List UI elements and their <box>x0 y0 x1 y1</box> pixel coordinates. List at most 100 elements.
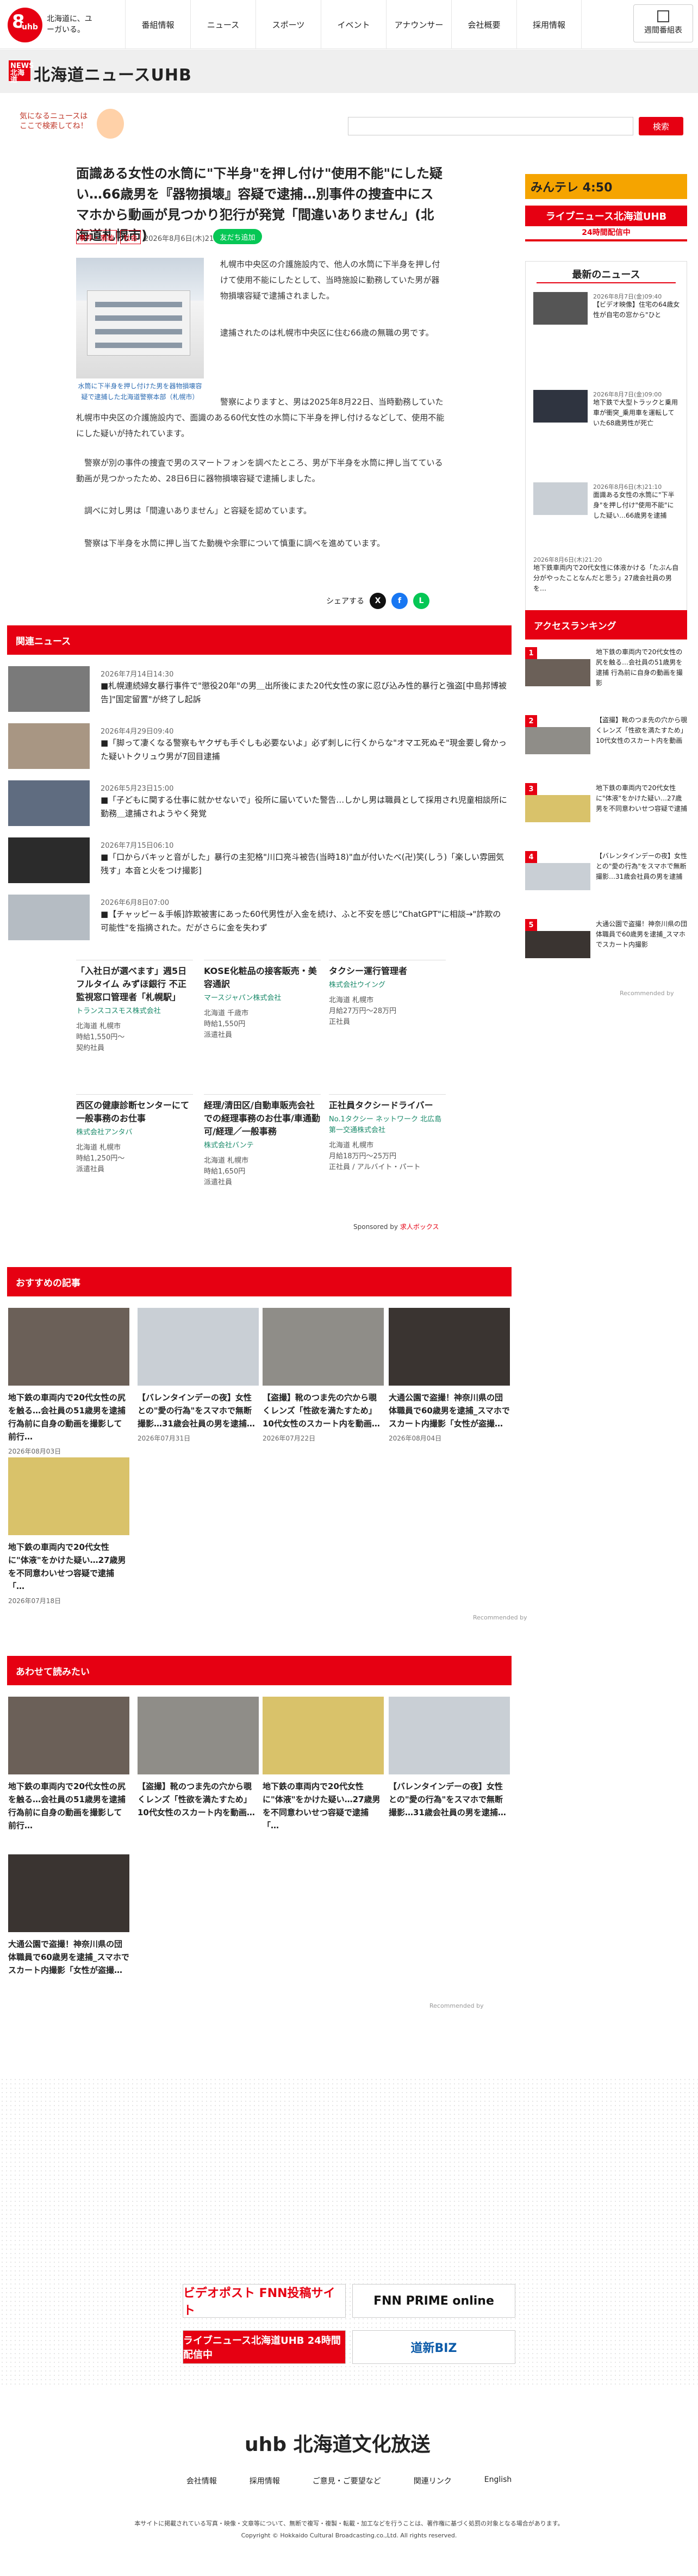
search-character-text: 気になるニュースは ここで検索してね！ <box>20 112 88 131</box>
x-share-icon[interactable]: X <box>370 593 386 609</box>
together-card[interactable]: 地下鉄の車両内で20代女性に"体液"をかけた疑い…27歳男を不同意わいせつ容疑で… <box>263 1697 384 1832</box>
latest-news-item[interactable]: 2026年8月6日(木)21:10 面識ある女性の水筒に"下半身"を押し付け"使用… <box>533 482 680 558</box>
thumbnail <box>525 659 590 686</box>
article-paragraph: 警察が別の事件の捜査で男のスマートフォンを調べたところ、男が下半身を水筒に押し当… <box>76 458 443 483</box>
together-card[interactable]: 【盗撮】靴のつま先の穴から覗くレンズ「性欲を満たすため」10代女性のスカート内を… <box>138 1697 259 1819</box>
line-share-icon[interactable]: L <box>413 593 429 609</box>
list-item[interactable]: 2026年6月8日07:00 ■【チャッピー＆手帳]詐欺被害にあった60代男性が入… <box>8 895 511 940</box>
thumbnail <box>8 1308 129 1386</box>
together-card[interactable]: 【バレンタインデーの夜】女性との"愛の行為"をスマホで無断撮影…31歳会社員の男… <box>389 1697 510 1819</box>
ranking-item[interactable]: 2 【盗撮】靴のつま先の穴から覗くレンズ「性欲を満たすため」10代女性のスカート内… <box>525 715 687 759</box>
weekly-schedule-button[interactable]: 週間番組表 <box>633 4 693 42</box>
mintere-banner[interactable]: みんテレ 4:50 <box>525 174 687 199</box>
search-input[interactable] <box>348 117 633 135</box>
thumbnail <box>138 1308 259 1386</box>
dosin-biz-banner[interactable]: 道新BIZ <box>352 2330 515 2364</box>
nav-item-news[interactable]: ニュース <box>190 0 255 49</box>
brand-title[interactable]: 北海道ニュースUHB <box>34 61 192 85</box>
list-item[interactable]: 2026年5月23日15:00 ■「子どもに関する仕事に就かせないで」役所に届いて… <box>8 780 511 826</box>
list-item[interactable]: 2026年4月29日09:40 ■「脚って凄くなる警察もヤクザも手ぐしも必要ないよ… <box>8 723 511 769</box>
recommend-card[interactable]: 地下鉄の車両内で20代女性の尻を触る…会社員の51歳男を逮捕 行為前に自身の動画… <box>8 1308 129 1456</box>
recommend-card[interactable]: 地下鉄の車両内で20代女性に"体液"をかけた疑い…27歳男を不同意わいせつ容疑で… <box>8 1457 129 1605</box>
latest-news-heading: 最新のニュース <box>537 262 676 283</box>
calendar-grid-icon <box>657 10 669 22</box>
thumbnail <box>8 666 90 712</box>
list-item[interactable]: 2026年7月15日06:10 ■「口からバキッと音がした」暴行の主犯格"川口亮斗… <box>8 837 511 883</box>
together-heading: あわせて読みたい <box>7 1656 512 1685</box>
sponsor-credit[interactable]: Sponsored by 求人ボックス <box>353 1222 439 1231</box>
thumbnail <box>8 1457 129 1535</box>
article-photo <box>76 258 204 378</box>
share-label: シェアする <box>326 597 364 606</box>
global-nav: 番組情報 ニュース スポーツ イベント アナウンサー 会社概要 採用情報 <box>125 0 582 49</box>
together-card[interactable]: 大通公園で盗撮！神奈川県の団体職員で60歳男を逮捕_スマホでスカート内撮影「女性… <box>8 1854 129 1977</box>
footer-nav: 会社情報 採用情報 ご意見・ご要望など 関連リンク English <box>0 2475 698 2486</box>
article-paragraph: 警察は下半身を水筒に押し当てた動機や余罪について慎重に調べを進めています。 <box>84 538 385 548</box>
thumbnail <box>138 1697 259 1774</box>
nav-item-announcers[interactable]: アナウンサー <box>386 0 451 49</box>
thumbnail <box>525 863 590 890</box>
nav-item-programs[interactable]: 番組情報 <box>125 0 190 49</box>
recommended-by-credit[interactable]: Recommended by <box>620 990 674 997</box>
thumbnail <box>8 895 90 940</box>
live-news-banner[interactable]: ライブニュース北海道UHB 24時間配信中 <box>525 206 687 241</box>
footer-link-recruit[interactable]: 採用情報 <box>250 2475 280 2486</box>
tag-society[interactable]: 社会 <box>120 230 141 244</box>
videopost-banner[interactable]: ビデオポスト FNN投稿サイト <box>183 2284 346 2318</box>
ranking-item[interactable]: 5 大通公園で盗撮！神奈川県の団体職員で60歳男を逮捕_スマホでスカート内撮影 <box>525 919 687 963</box>
thumbnail <box>8 1697 129 1774</box>
tag-incident[interactable]: 事件・事故 <box>76 230 117 244</box>
site-header: 8 uhb 北海道に、ユーガいる。 番組情報 ニュース スポーツ イベント アナウ… <box>0 0 698 49</box>
job-card[interactable]: 経理/清田区/自動車販売会社での経理事務のお仕事/車通勤可/経理／一般事務 株式会… <box>204 1094 321 1214</box>
latest-news-item[interactable]: 2026年8月7日(金)09:40 【ビデオ映像】住宅の64歳女性が自宅の窓から"… <box>533 292 680 368</box>
uhb-logo[interactable]: 8 uhb <box>8 8 42 42</box>
thumbnail <box>525 795 590 822</box>
job-card[interactable]: KOSE化粧品の接客販売・美容通訳 マースジャパン株式会社 北海道 千歳市 時給1,5… <box>204 960 321 1090</box>
thumbnail <box>533 482 588 515</box>
recommended-by-credit[interactable]: Recommended by <box>429 2002 484 2009</box>
nav-item-recruit[interactable]: 採用情報 <box>516 0 582 49</box>
recommend-heading: おすすめの記事 <box>7 1267 512 1296</box>
ranking-item[interactable]: 3 地下鉄の車両内で20代女性に"体液"をかけた疑い…27歳男を不同意わいせつ容疑… <box>525 783 687 827</box>
thumbnail <box>8 723 90 769</box>
recommend-card[interactable]: 【バレンタインデーの夜】女性との"愛の行為"をスマホで無断撮影…31歳会社員の男… <box>138 1308 259 1443</box>
thumbnail <box>263 1308 384 1386</box>
ranking-heading: アクセスランキング <box>525 610 687 640</box>
recommended-by-credit[interactable]: Recommended by <box>473 1614 527 1621</box>
facebook-share-icon[interactable]: f <box>391 593 408 609</box>
latest-news-box: 最新のニュース 2026年8月7日(金)09:40 【ビデオ映像】住宅の64歳女性… <box>525 261 687 631</box>
news-badge-icon: NEWS 北海道 <box>9 60 34 84</box>
thumbnail <box>389 1697 510 1774</box>
footer-link-english[interactable]: English <box>484 2475 512 2486</box>
ranking-item[interactable]: 1 地下鉄の車両内で20代女性の尻を触る…会社員の51歳男を逮捕 行為前に自身の動… <box>525 647 687 691</box>
footer-link-feedback[interactable]: ご意見・ご要望など <box>313 2475 381 2486</box>
fnn-prime-banner[interactable]: FNN PRIME online <box>352 2284 515 2318</box>
footer-link-related[interactable]: 関連リンク <box>414 2475 452 2486</box>
job-card[interactable]: 正社員タクシードライバー No.1タクシー ネットワーク 北広島第一交通株式会社北… <box>329 1094 446 1214</box>
footer-link-company[interactable]: 会社情報 <box>186 2475 217 2486</box>
ranking-item[interactable]: 4 【バレンタインデーの夜】女性との"愛の行為"をスマホで無断撮影…31歳会社員の… <box>525 851 687 895</box>
mascot-character-icon <box>97 109 124 139</box>
nav-item-company[interactable]: 会社概要 <box>451 0 516 49</box>
latest-news-item[interactable]: 2026年8月7日(金)09:00 地下鉄で大型トラックと乗用車が衝突_乗用車を運… <box>533 390 680 466</box>
live-news-footer-banner[interactable]: ライブニュース北海道UHB 24時間配信中 <box>183 2330 346 2364</box>
footer-note: 本サイトに掲載されている写真・映像・文章等について、無断で複写・複製・転載・加工… <box>134 2520 564 2539</box>
nav-item-sports[interactable]: スポーツ <box>255 0 321 49</box>
job-card[interactable]: 西区の健康診断センターにて一般事務のお仕事 株式会社アンタバ 北海道 札幌市 時給1,… <box>76 1094 193 1214</box>
job-card[interactable]: 「入社日が選べます」週5日フルタイム みずほ銀行 不正監視窓口管理者「札幌駅」ト… <box>76 960 193 1090</box>
search-button[interactable]: 検索 <box>639 117 683 135</box>
article-paragraph: 札幌市中央区の介護施設内で、他人の水筒に下半身を押し付けて使用不能にしたとして、… <box>220 259 440 301</box>
article-paragraph: 調べに対し男は「間違いありません」と容疑を認めています。 <box>84 506 312 516</box>
article-paragraph: 警察によりますと、男は2025年8月22日、当時勤務していた札幌市中央区の介護施… <box>76 397 445 438</box>
line-follow-button[interactable]: 友だち追加 <box>213 229 262 244</box>
list-item[interactable]: 2026年7月14日14:30 ■札幌連続婦女暴行事件で"懲役20年"の男＿出所後… <box>8 666 511 712</box>
recommend-card[interactable]: 大通公園で盗撮！神奈川県の団体職員で60歳男を逮捕_スマホでスカート内撮影「女性… <box>389 1308 510 1443</box>
related-news-heading: 関連ニュース <box>7 625 512 655</box>
thumbnail <box>533 292 588 325</box>
thumbnail <box>8 1854 129 1932</box>
footer-logo[interactable]: uhb 北海道文化放送 <box>245 2429 431 2457</box>
nav-item-events[interactable]: イベント <box>321 0 386 49</box>
recommend-card[interactable]: 【盗撮】靴のつま先の穴から覗くレンズ「性欲を満たすため」10代女性のスカート内を… <box>263 1308 384 1443</box>
job-card[interactable]: タクシー運行管理者 株式会社ウイング 北海道 札幌市 月給27万円～28万円 正社員 <box>329 960 446 1090</box>
together-card[interactable]: 地下鉄の車両内で20代女性の尻を触る…会社員の51歳男を逮捕 行為前に自身の動画… <box>8 1697 129 1832</box>
